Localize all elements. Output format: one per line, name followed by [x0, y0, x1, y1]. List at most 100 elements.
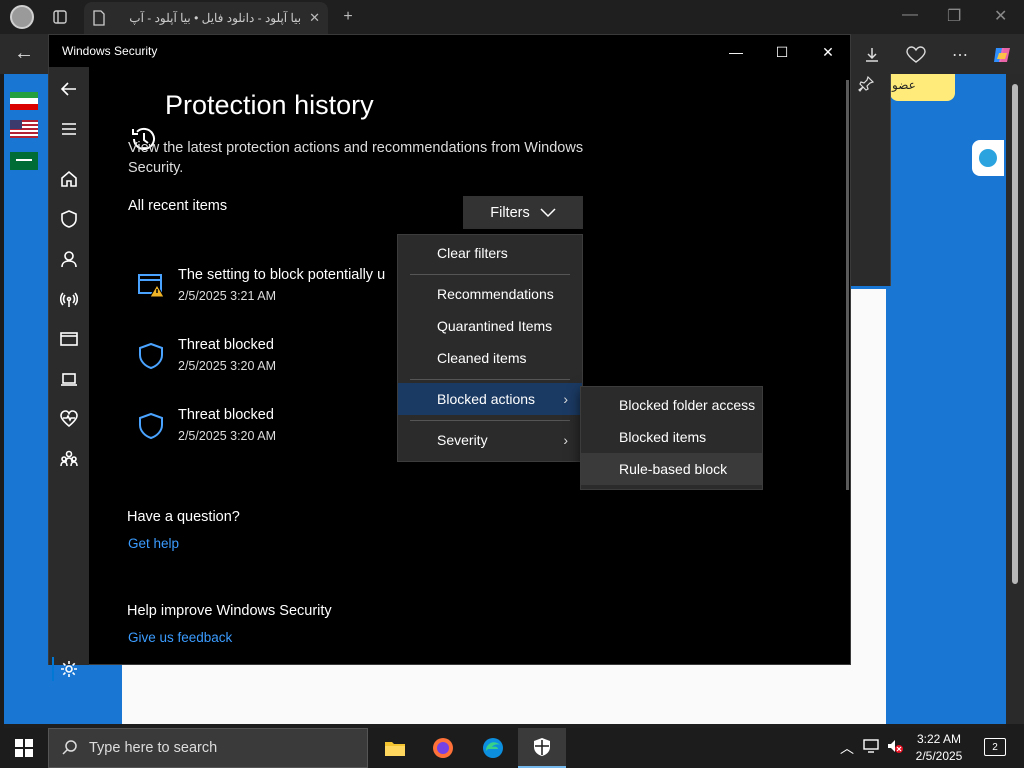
device-health-icon[interactable]: [57, 407, 81, 431]
clock-time: 3:22 AM: [916, 732, 962, 746]
chevron-right-icon: ›: [563, 391, 568, 407]
improve-heading: Help improve Windows Security: [127, 603, 332, 619]
scrollbar-thumb[interactable]: [1012, 84, 1018, 584]
menu-divider: [410, 420, 570, 421]
menu-clear-filters[interactable]: Clear filters: [398, 237, 582, 269]
browser-scrollbar[interactable]: [1006, 74, 1024, 724]
history-item[interactable]: The setting to block potentially u 2/5/2…: [136, 267, 406, 315]
taskbar: Type here to search ︿ 3:22 AM 2/5/2025 2: [0, 728, 1024, 768]
history-item[interactable]: Threat blocked 2/5/2025 3:20 AM: [136, 407, 406, 455]
nav-back-icon[interactable]: [57, 77, 81, 101]
history-item-title: The setting to block potentially u: [178, 267, 386, 283]
menu-quarantined-items[interactable]: Quarantined Items: [398, 310, 582, 342]
app-browser-warning-icon: [136, 271, 166, 304]
app-browser-control-icon[interactable]: [57, 327, 81, 351]
shield-icon: [136, 341, 166, 376]
page-title: Protection history: [165, 90, 374, 120]
chevron-down-icon: [540, 207, 556, 217]
hamburger-menu-icon[interactable]: [57, 117, 81, 141]
page-icon: [93, 10, 105, 26]
menu-severity-label: Severity: [437, 432, 488, 448]
taskbar-clock[interactable]: 3:22 AM 2/5/2025: [904, 731, 974, 765]
all-recent-items-label: All recent items: [128, 198, 228, 214]
tab-close-icon[interactable]: ✕: [309, 10, 320, 26]
menu-blocked-actions-label: Blocked actions: [437, 391, 536, 407]
device-security-icon[interactable]: [57, 367, 81, 391]
browser-essentials-icon[interactable]: [902, 43, 930, 67]
shield-icon: [136, 411, 166, 446]
feedback-link[interactable]: Give us feedback: [128, 630, 232, 645]
family-options-icon[interactable]: [57, 447, 81, 471]
tab-title: بیا آپلود - دانلود فایل • بیا آپلود - آپ: [129, 11, 302, 25]
network-icon[interactable]: [862, 738, 880, 757]
submenu-blocked-items[interactable]: Blocked items: [581, 421, 762, 453]
volume-muted-icon[interactable]: [886, 738, 904, 757]
new-tab-button[interactable]: +: [334, 4, 362, 30]
submenu-rule-based-block[interactable]: Rule-based block: [581, 453, 762, 485]
download-icon[interactable]: [858, 43, 886, 67]
window-title-bar[interactable]: Windows Security — ☐ ✕: [49, 35, 850, 67]
us-flag-icon[interactable]: [10, 120, 38, 138]
get-help-link[interactable]: Get help: [128, 536, 179, 551]
submenu-blocked-folder-access[interactable]: Blocked folder access: [581, 389, 762, 421]
clock-date: 2/5/2025: [915, 749, 963, 763]
blocked-actions-submenu: Blocked folder access Blocked items Rule…: [580, 386, 763, 490]
firewall-network-icon[interactable]: [57, 287, 81, 311]
history-item-time: 2/5/2025 3:21 AM: [178, 289, 276, 303]
window-maximize-icon[interactable]: ☐: [759, 41, 805, 63]
browser-tab[interactable]: بیا آپلود - دانلود فایل • بیا آپلود - آپ…: [84, 2, 328, 34]
saudi-flag-icon[interactable]: [10, 152, 38, 170]
home-icon[interactable]: [57, 167, 81, 191]
minimize-icon[interactable]: —: [902, 6, 918, 24]
virus-protection-shield-icon[interactable]: [57, 207, 81, 231]
taskbar-search[interactable]: Type here to search: [48, 728, 368, 768]
restore-icon[interactable]: ❐: [947, 6, 961, 26]
window-close-icon[interactable]: ✕: [805, 41, 851, 63]
show-hidden-icons-chevron-icon[interactable]: ︿: [840, 738, 854, 758]
menu-severity[interactable]: Severity ›: [398, 424, 582, 456]
account-protection-icon[interactable]: [57, 247, 81, 271]
iran-flag-icon[interactable]: [10, 92, 38, 110]
nav-selection-indicator: [52, 657, 54, 681]
window-scrollbar[interactable]: [846, 80, 849, 490]
start-windows-icon[interactable]: [0, 728, 48, 768]
menu-divider: [410, 274, 570, 275]
profile-avatar[interactable]: [10, 5, 34, 29]
firefox-icon[interactable]: [419, 728, 467, 768]
menu-blocked-actions[interactable]: Blocked actions ›: [398, 383, 582, 415]
pin-icon[interactable]: [858, 75, 875, 96]
close-icon[interactable]: ✕: [994, 6, 1007, 26]
history-item-title: Threat blocked: [178, 407, 274, 423]
settings-gear-icon[interactable]: [57, 657, 81, 681]
menu-divider: [410, 379, 570, 380]
filters-menu: Clear filters Recommendations Quarantine…: [397, 234, 583, 462]
security-nav-sidebar: [49, 67, 89, 681]
browser-back-icon[interactable]: ←: [14, 42, 34, 65]
history-item-time: 2/5/2025 3:20 AM: [178, 429, 276, 443]
copilot-icon[interactable]: [988, 43, 1016, 67]
chevron-right-icon: ›: [563, 432, 568, 448]
menu-cleaned-items[interactable]: Cleaned items: [398, 342, 582, 374]
filters-button[interactable]: Filters: [463, 196, 583, 229]
windows-security-taskbar-icon[interactable]: [518, 728, 566, 768]
notification-count: 2: [992, 741, 998, 753]
downloads-panel: [851, 74, 891, 286]
question-heading: Have a question?: [127, 509, 240, 525]
window-minimize-icon[interactable]: —: [713, 41, 759, 63]
file-explorer-icon[interactable]: [371, 728, 419, 768]
telegram-icon[interactable]: [972, 140, 1004, 176]
search-placeholder: Type here to search: [89, 740, 218, 756]
history-item-title: Threat blocked: [178, 337, 274, 353]
window-title: Windows Security: [62, 44, 158, 58]
browser-tab-bar: بیا آپلود - دانلود فایل • بیا آپلود - آپ…: [0, 0, 1024, 34]
history-item[interactable]: Threat blocked 2/5/2025 3:20 AM: [136, 337, 406, 385]
filters-label: Filters: [490, 204, 530, 221]
tab-actions-icon[interactable]: [46, 4, 74, 30]
member-tab[interactable]: عضو: [890, 74, 955, 101]
menu-recommendations[interactable]: Recommendations: [398, 278, 582, 310]
search-icon: [62, 740, 77, 755]
more-options-icon[interactable]: ⋯: [946, 43, 974, 67]
edge-icon[interactable]: [469, 728, 517, 768]
page-description: View the latest protection actions and r…: [128, 140, 584, 176]
notification-center-icon[interactable]: 2: [984, 738, 1006, 756]
